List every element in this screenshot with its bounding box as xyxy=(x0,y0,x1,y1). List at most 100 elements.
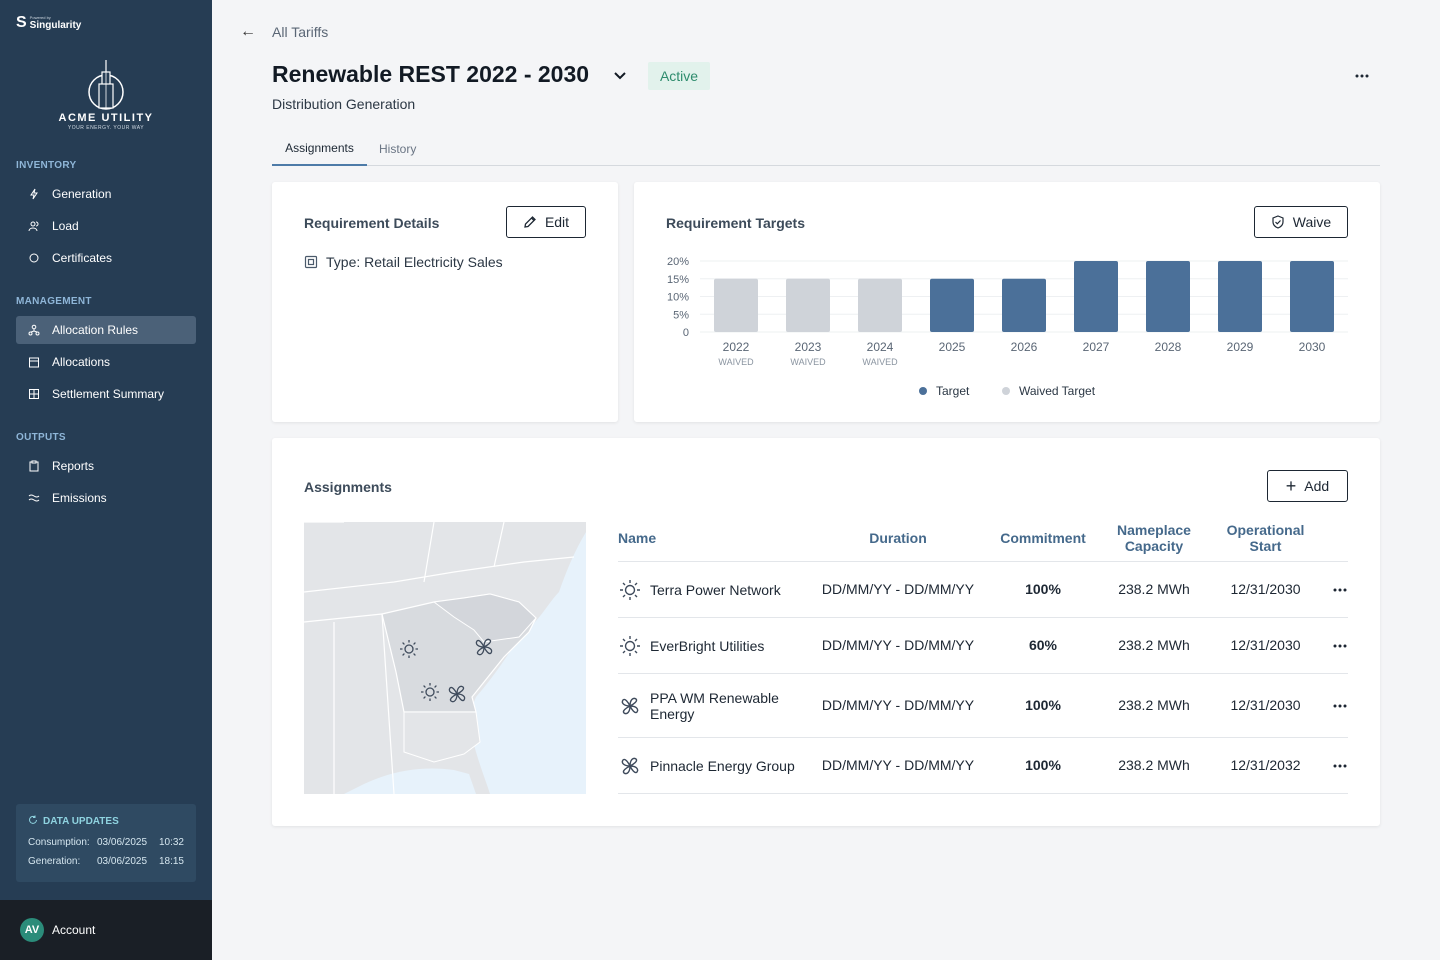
row-name: Terra Power Network xyxy=(618,578,781,602)
sidebar-item-label: Emissions xyxy=(52,491,107,505)
bar xyxy=(714,278,758,332)
meter-icon xyxy=(304,255,318,269)
row-operational-start: 12/31/2032 xyxy=(1230,757,1301,773)
row-operational-start: 12/31/2030 xyxy=(1230,637,1301,653)
row-duration: DD/MM/YY - DD/MM/YY xyxy=(821,581,975,597)
requirement-targets-chart: 0 5% 10% 15% 20% 2022 WAIVED 2023 WAIVED 2024 WAIV… xyxy=(667,256,1348,367)
sidebar-item-label: Generation xyxy=(52,187,112,201)
singularity-logo: S Powered by Singularity xyxy=(16,14,82,32)
x-tick-label: 2022 xyxy=(723,340,750,354)
y-tick-label: 10% xyxy=(667,292,689,304)
certificate-icon xyxy=(28,252,40,264)
row-name: EverBright Utilities xyxy=(618,634,764,658)
row-duration: DD/MM/YY - DD/MM/YY xyxy=(821,637,975,653)
map-svg xyxy=(304,522,586,794)
waves-icon xyxy=(28,492,40,504)
sidebar-item-reports[interactable]: Reports xyxy=(16,452,196,480)
sidebar-item-label: Load xyxy=(52,219,79,233)
sidebar-item-allocations[interactable]: Allocations xyxy=(16,348,196,376)
chevron-down-icon xyxy=(614,72,626,80)
row-more-button[interactable] xyxy=(1330,580,1350,600)
back-link[interactable]: ← All Tariffs xyxy=(240,23,328,41)
refresh-icon xyxy=(28,815,38,828)
org-name: ACME UTILITY xyxy=(58,112,154,124)
requirement-type-text: Type: Retail Electricity Sales xyxy=(326,254,503,270)
page-subtitle: Distribution Generation xyxy=(272,96,416,112)
consumption-update: Consumption: 03/06/2025 10:32 xyxy=(28,837,184,848)
assignments-map[interactable] xyxy=(304,522,586,794)
avatar: AV xyxy=(20,918,44,942)
column-header-duration[interactable]: Duration xyxy=(848,530,948,546)
waived-sublabel: WAIVED xyxy=(790,357,826,367)
more-horizontal-icon xyxy=(1355,74,1369,78)
edit-button[interactable]: Edit xyxy=(506,206,586,238)
bar xyxy=(858,278,902,332)
table-row[interactable]: Pinnacle Energy Group DD/MM/YY - DD/MM/Y… xyxy=(618,738,1348,794)
sun-icon xyxy=(620,636,640,656)
x-tick-label: 2029 xyxy=(1227,340,1254,354)
wind-icon xyxy=(621,757,639,775)
table-row[interactable]: EverBright Utilities DD/MM/YY - DD/MM/YY… xyxy=(618,618,1348,674)
column-header-commitment[interactable]: Commitment xyxy=(993,530,1093,546)
x-tick-label: 2026 xyxy=(1011,340,1038,354)
row-more-button[interactable] xyxy=(1330,756,1350,776)
tab-assignments[interactable]: Assignments xyxy=(272,132,367,166)
x-tick-label: 2024 xyxy=(867,340,894,354)
waived-sublabel: WAIVED xyxy=(718,357,754,367)
sidebar-item-allocation-rules[interactable]: Allocation Rules xyxy=(16,316,196,344)
sidebar-item-label: Allocations xyxy=(52,355,111,369)
table-row[interactable]: PPA WM Renewable Energy DD/MM/YY - DD/MM… xyxy=(618,674,1348,738)
title-dropdown-button[interactable] xyxy=(608,64,632,88)
x-tick-label: 2027 xyxy=(1083,340,1110,354)
row-more-button[interactable] xyxy=(1330,696,1350,716)
requirement-type: Type: Retail Electricity Sales xyxy=(304,254,503,270)
table-row[interactable]: Terra Power Network DD/MM/YY - DD/MM/YY … xyxy=(618,562,1348,618)
column-header-operational-start[interactable]: Operational Start xyxy=(1218,522,1313,554)
network-icon xyxy=(28,324,40,336)
x-tick-label: 2023 xyxy=(795,340,822,354)
sidebar-item-label: Reports xyxy=(52,459,95,473)
sidebar-item-emissions[interactable]: Emissions xyxy=(16,484,196,512)
acme-logo: ACME UTILITY YOUR ENERGY. YOUR WAY xyxy=(0,58,212,131)
requirement-targets-card: Requirement Targets Waive 0 5% 10% 15% 20% 20… xyxy=(634,182,1380,422)
sidebar-item-load[interactable]: Load xyxy=(16,212,196,240)
y-tick-label: 0 xyxy=(683,327,689,339)
row-operational-start: 12/31/2030 xyxy=(1230,581,1301,597)
account-label: Account xyxy=(52,923,96,937)
section-inventory: INVENTORY xyxy=(16,160,77,171)
sidebar-item-settlement-summary[interactable]: Settlement Summary xyxy=(16,380,196,408)
account-menu[interactable]: AV Account xyxy=(0,900,212,960)
row-commitment: 100% xyxy=(1025,581,1061,597)
row-more-button[interactable] xyxy=(1330,636,1350,656)
sidebar-item-generation[interactable]: Generation xyxy=(16,180,196,208)
brand-name: Singularity xyxy=(29,20,82,31)
add-assignment-button[interactable]: + Add xyxy=(1267,470,1348,502)
row-name: PPA WM Renewable Energy xyxy=(618,690,798,722)
x-tick-label: 2025 xyxy=(939,340,966,354)
sidebar-item-certificates[interactable]: Certificates xyxy=(16,244,196,272)
more-options-button[interactable] xyxy=(1348,64,1376,88)
legend-target-swatch xyxy=(919,387,927,395)
edit-label: Edit xyxy=(544,214,570,230)
bar xyxy=(1290,261,1334,332)
skyscraper-icon xyxy=(88,60,124,110)
waived-sublabel: WAIVED xyxy=(862,357,898,367)
bar xyxy=(786,278,830,332)
column-header-name[interactable]: Name xyxy=(618,530,656,546)
legend-waived-label: Waived Target xyxy=(1019,384,1096,398)
legend-waived: Waived Target xyxy=(1002,384,1095,398)
tab-history[interactable]: History xyxy=(379,132,416,166)
row-capacity: 238.2 MWh xyxy=(1118,757,1190,773)
requirement-details-title: Requirement Details xyxy=(304,215,440,231)
x-tick-label: 2030 xyxy=(1299,340,1326,354)
add-label: Add xyxy=(1304,478,1330,494)
sidebar-item-label: Allocation Rules xyxy=(52,323,139,337)
sidebar: S Powered by Singularity ACME UTILITY YO… xyxy=(0,0,212,960)
more-horizontal-icon xyxy=(1333,764,1347,768)
legend-waived-swatch xyxy=(1002,387,1010,395)
column-header-capacity[interactable]: Nameplace Capacity xyxy=(1110,522,1198,554)
more-horizontal-icon xyxy=(1333,588,1347,592)
sidebar-item-label: Certificates xyxy=(52,251,113,265)
org-tagline: YOUR ENERGY. YOUR WAY xyxy=(67,125,145,131)
y-tick-label: 5% xyxy=(673,309,689,321)
